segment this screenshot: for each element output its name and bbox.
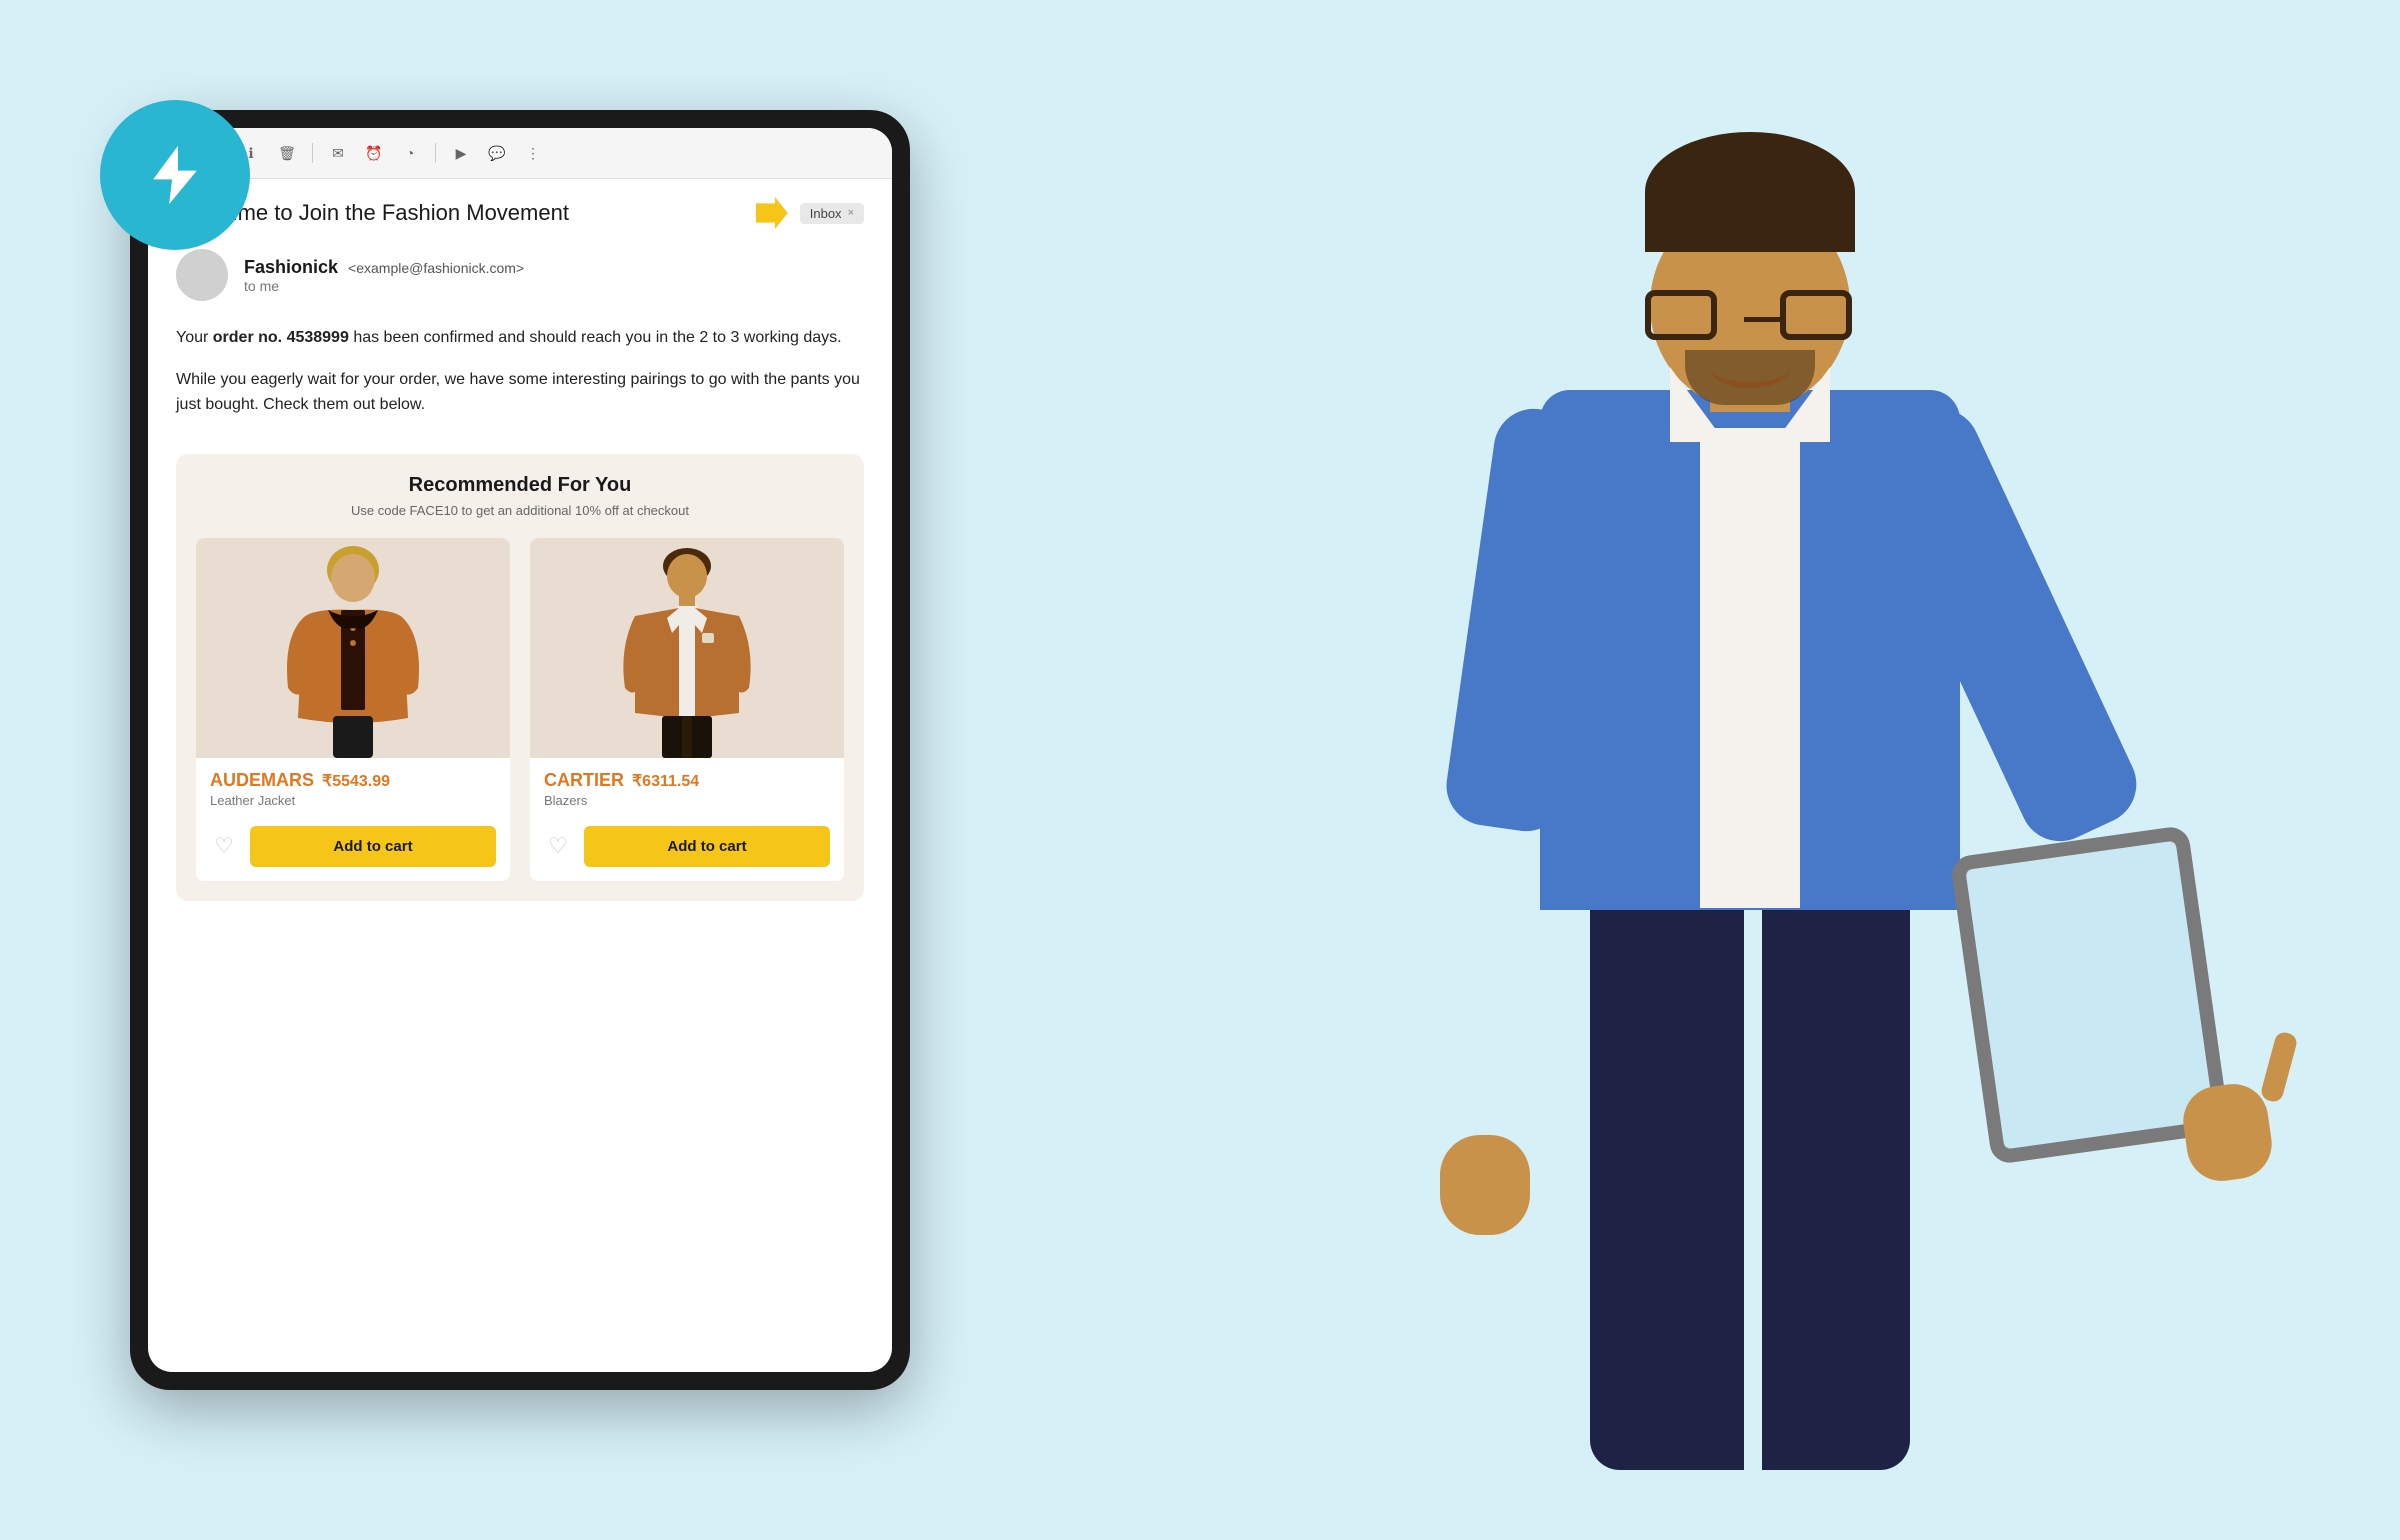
pointing-finger <box>2259 1030 2298 1103</box>
video-icon[interactable]: ▶ <box>450 142 472 164</box>
woman-illustration <box>273 538 433 758</box>
product-price-audemars: ₹5543.99 <box>322 771 390 791</box>
chat-icon[interactable]: 💬 <box>486 142 508 164</box>
label-icon[interactable]: ◔ <box>399 142 421 164</box>
glasses-bridge <box>1744 317 1780 322</box>
recommended-title: Recommended For You <box>196 474 844 497</box>
email-subject-title: Your time to Join the Fashion Movement <box>176 200 744 226</box>
recommended-subtitle: Use code FACE10 to get an additional 10%… <box>196 503 844 518</box>
leg-gap <box>1744 850 1762 1470</box>
inbox-close-button[interactable]: × <box>848 207 854 219</box>
man-illustration <box>607 538 767 758</box>
lightning-badge <box>100 100 250 250</box>
sender-name: Fashionick <box>244 257 338 278</box>
product-brand-audemars: AUDEMARS <box>210 770 314 791</box>
product-type-audemars: Leather Jacket <box>210 793 496 808</box>
sender-email: <example@fashionick.com> <box>348 260 524 276</box>
delete-icon[interactable]: 🗑 <box>276 142 298 164</box>
wishlist-button-cartier[interactable]: ♡ <box>544 832 572 860</box>
add-to-cart-button-cartier[interactable]: Add to cart <box>584 826 830 867</box>
wishlist-button-audemars[interactable]: ♡ <box>210 832 238 860</box>
forward-arrow-icon <box>756 197 788 229</box>
sender-row: Fashionick <example@fashionick.com> to m… <box>148 241 892 317</box>
product-name-row-audemars: AUDEMARS ₹5543.99 <box>210 770 496 791</box>
glasses-right <box>1780 290 1852 340</box>
email-toolbar: ← ▣ ℹ 🗑 ✉ ⏰ ◔ ▶ 💬 ⋮ <box>148 128 892 179</box>
mail-icon[interactable]: ✉ <box>327 142 349 164</box>
tablet-screen-small <box>1965 841 2214 1150</box>
sender-info: Fashionick <example@fashionick.com> to m… <box>244 257 524 294</box>
snooze-icon[interactable]: ⏰ <box>363 142 385 164</box>
order-number: order no. 4538999 <box>213 329 349 346</box>
product-info-audemars: AUDEMARS ₹5543.99 Leather Jacket <box>196 758 510 826</box>
glasses-left <box>1645 290 1717 340</box>
email-paragraph-1: Your order no. 4538999 has been confirme… <box>176 325 864 351</box>
product-actions-cartier: ♡ Add to cart <box>530 826 844 881</box>
person-figure <box>1350 70 2150 1470</box>
product-card-cartier: CARTIER ₹6311.54 Blazers ♡ Add to cart <box>530 538 844 881</box>
product-price-cartier: ₹6311.54 <box>632 771 699 791</box>
tablet-device: ← ▣ ℹ 🗑 ✉ ⏰ ◔ ▶ 💬 ⋮ Your time to Join th… <box>130 110 910 1390</box>
product-card-audemars: AUDEMARS ₹5543.99 Leather Jacket ♡ Add t… <box>196 538 510 881</box>
email-paragraph-2: While you eagerly wait for your order, w… <box>176 367 864 418</box>
product-brand-cartier: CARTIER <box>544 770 624 791</box>
sender-avatar <box>176 249 228 301</box>
inbox-label: Inbox <box>810 206 842 221</box>
hair <box>1645 132 1855 252</box>
email-p1-post: has been confirmed and should reach you … <box>353 329 841 346</box>
sender-to-label: to me <box>244 278 524 294</box>
white-undershirt <box>1700 428 1800 908</box>
email-body: Your order no. 4538999 has been confirme… <box>148 317 892 454</box>
smile <box>1710 348 1790 388</box>
product-actions-audemars: ♡ Add to cart <box>196 826 510 881</box>
products-row: AUDEMARS ₹5543.99 Leather Jacket ♡ Add t… <box>196 538 844 881</box>
product-image-cartier <box>530 538 844 758</box>
tablet-screen: ← ▣ ℹ 🗑 ✉ ⏰ ◔ ▶ 💬 ⋮ Your time to Join th… <box>148 128 892 1372</box>
product-image-audemars <box>196 538 510 758</box>
recommended-section: Recommended For You Use code FACE10 to g… <box>176 454 864 901</box>
inbox-badge: Inbox × <box>800 203 864 224</box>
email-subject-bar: Your time to Join the Fashion Movement I… <box>148 179 892 241</box>
add-to-cart-button-audemars[interactable]: Add to cart <box>250 826 496 867</box>
man-with-tablet <box>1100 0 2400 1540</box>
lightning-icon <box>140 140 210 210</box>
more-icon[interactable]: ⋮ <box>522 142 544 164</box>
product-info-cartier: CARTIER ₹6311.54 Blazers <box>530 758 844 826</box>
toolbar-divider-2 <box>435 143 436 163</box>
product-type-cartier: Blazers <box>544 793 830 808</box>
left-hand <box>1440 1135 1530 1235</box>
toolbar-divider-1 <box>312 143 313 163</box>
product-name-row-cartier: CARTIER ₹6311.54 <box>544 770 830 791</box>
